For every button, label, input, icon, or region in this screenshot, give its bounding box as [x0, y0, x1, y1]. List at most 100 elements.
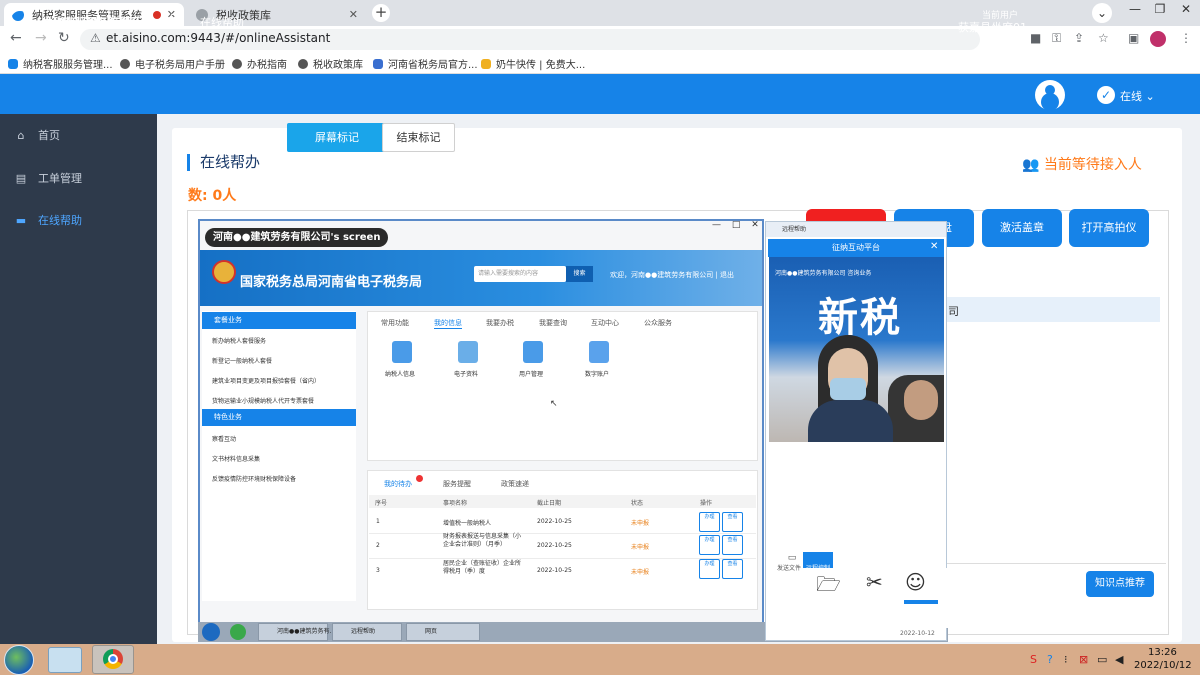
- clipboard-icon: ▤: [15, 171, 27, 185]
- menu-item[interactable]: 反馈疫情防控环境财税保障设备: [212, 474, 296, 483]
- handle-button[interactable]: 办理: [699, 535, 720, 555]
- key-icon[interactable]: ⚿: [1052, 31, 1061, 46]
- camera-icon[interactable]: ■: [1030, 31, 1041, 45]
- remote-task-item[interactable]: 河南●●建筑劳务有...: [258, 623, 335, 641]
- menu-dots-icon[interactable]: ⋮: [1180, 31, 1192, 45]
- send-button[interactable]: [904, 600, 938, 604]
- bookmark-item[interactable]: 河南省税务局官方...: [373, 56, 478, 71]
- scissors-icon[interactable]: ✂: [866, 570, 883, 594]
- chat-footer-date: 2022-10-12: [900, 630, 935, 637]
- menu-item[interactable]: 新登记一般纳税人套餐: [212, 356, 272, 365]
- e-docs-icon[interactable]: [458, 341, 478, 363]
- network-error-icon[interactable]: ⊠: [1079, 653, 1088, 666]
- handle-button[interactable]: 办理: [699, 512, 720, 532]
- remote-task-item[interactable]: 远程帮助: [332, 623, 402, 641]
- cell-name: 财务报表报送与信息采集（小企业会计准则）（月季）: [443, 533, 522, 548]
- sidebar-item-online-help[interactable]: ▬ 在线帮助: [0, 199, 157, 241]
- share-icon[interactable]: ⇪: [1074, 31, 1084, 45]
- close-window-icon[interactable]: ✕: [1176, 2, 1196, 16]
- remote-start-icon[interactable]: [202, 623, 220, 641]
- monitor-icon[interactable]: ▭: [1097, 653, 1107, 666]
- emoji-icon[interactable]: ☺: [905, 570, 926, 594]
- tab-search-icon[interactable]: ⌄: [1092, 3, 1112, 23]
- digital-account-icon[interactable]: [589, 341, 609, 363]
- minimize-icon[interactable]: —: [1125, 2, 1145, 16]
- chrome-icon: [103, 649, 123, 669]
- menu-item[interactable]: 货物运输业小规模纳税人代开专票套餐: [212, 396, 314, 405]
- tax-portal-title: 国家税务总局河南省电子税务局: [240, 275, 423, 290]
- help-icon[interactable]: ?: [1047, 653, 1053, 666]
- sidebar-item-workorders[interactable]: ▤ 工单管理: [0, 157, 157, 199]
- menu-item[interactable]: 新办纳税人套餐服务: [212, 336, 266, 345]
- end-mark-button[interactable]: 结束标记: [382, 123, 455, 152]
- video-person-body: [808, 400, 893, 442]
- knowledge-recommend-button[interactable]: 知识点推荐: [1086, 571, 1154, 597]
- handle-button[interactable]: 办理: [699, 559, 720, 579]
- tab-public[interactable]: 公众服务: [644, 318, 672, 328]
- cell-no: 1: [376, 518, 380, 525]
- bookmark-item[interactable]: 纳税客服服务管理...: [8, 56, 113, 71]
- tab-interaction[interactable]: 互动中心: [591, 318, 619, 328]
- red-action-button[interactable]: [806, 209, 886, 221]
- tab-file-tax[interactable]: 我要办税: [486, 318, 514, 328]
- open-scanner-button[interactable]: 打开高拍仪: [1069, 209, 1149, 247]
- section-title: 在线帮办: [187, 154, 260, 171]
- bookmark-item[interactable]: 奶牛快传 | 免费大...: [481, 56, 585, 71]
- menu-group-header[interactable]: 套餐业务: [202, 312, 356, 329]
- right-list-row[interactable]: [940, 297, 1160, 322]
- tax-search-input[interactable]: 请输入需要搜索的内容: [474, 266, 566, 282]
- current-user-name: 获嘉县坐席01: [958, 21, 1027, 34]
- bookmark-item[interactable]: 税收政策库: [298, 56, 363, 71]
- volume-icon[interactable]: ◀: [1115, 653, 1123, 666]
- sidebar-item-home[interactable]: ⌂ 首页: [0, 114, 157, 156]
- lock-icon[interactable]: ⚠: [90, 31, 101, 45]
- close-icon[interactable]: ✕: [930, 241, 938, 252]
- avatar[interactable]: [1035, 80, 1065, 110]
- remote-app-icon[interactable]: [230, 624, 246, 640]
- tab-query[interactable]: 我要查询: [539, 318, 567, 328]
- tray-expand-icon[interactable]: ⁝: [1064, 653, 1068, 666]
- screen-mark-button[interactable]: 屏幕标记: [287, 123, 387, 152]
- online-check-icon[interactable]: ✓: [1097, 86, 1115, 104]
- bookmark-item[interactable]: 办税指南: [232, 56, 287, 71]
- menu-group-header[interactable]: 特色业务: [202, 409, 356, 426]
- tab-service-reminder[interactable]: 服务提醒: [443, 479, 471, 489]
- forward-icon[interactable]: →: [35, 30, 47, 46]
- star-icon[interactable]: ☆: [1098, 31, 1109, 45]
- cell-date: 2022-10-25: [537, 518, 572, 525]
- tab-my-info[interactable]: 我的信息: [434, 318, 462, 329]
- start-button[interactable]: [4, 645, 34, 675]
- back-icon[interactable]: ←: [10, 30, 22, 46]
- restore-icon[interactable]: ❐: [1150, 2, 1170, 16]
- profile-avatar[interactable]: [1150, 31, 1166, 47]
- app-logo-icon: [8, 8, 32, 32]
- taskbar-app-icon[interactable]: [48, 647, 82, 673]
- folder-icon[interactable]: 🗁: [816, 570, 841, 604]
- user-manage-icon[interactable]: [523, 341, 543, 363]
- menu-item[interactable]: 建筑业项目变更及项目报验套餐（省内）: [212, 376, 320, 385]
- tab-policy[interactable]: 政策速递: [501, 479, 529, 489]
- sogou-icon[interactable]: S: [1030, 653, 1037, 666]
- menu-toggle-icon[interactable]: ☰: [170, 12, 183, 28]
- tax-search-button[interactable]: 搜索: [566, 266, 593, 282]
- service-label: 用户管理: [519, 371, 544, 378]
- menu-item[interactable]: 文书材料信息采集: [212, 454, 260, 463]
- view-button[interactable]: 查看: [722, 512, 743, 532]
- menu-item[interactable]: 察看互动: [212, 434, 236, 443]
- tab-common[interactable]: 常用功能: [381, 318, 409, 328]
- reload-icon[interactable]: ↻: [58, 30, 70, 46]
- cell-name: 居民企业（查账征收）企业所得税月（季）度: [443, 560, 522, 575]
- sidepanel-icon[interactable]: ▣: [1128, 31, 1139, 45]
- bookmark-item[interactable]: 电子税务局用户手册: [120, 56, 225, 71]
- clock-date: 2022/10/12: [1134, 660, 1192, 671]
- online-status-dropdown[interactable]: 在线 ⌄: [1120, 88, 1155, 104]
- row-divider: [369, 533, 756, 534]
- activate-seal-button[interactable]: 激活盖章: [982, 209, 1062, 247]
- remote-task-item[interactable]: 网页: [406, 623, 480, 641]
- close-tab-icon[interactable]: ✕: [349, 8, 358, 21]
- view-button[interactable]: 查看: [722, 535, 743, 555]
- view-button[interactable]: 查看: [722, 559, 743, 579]
- taxpayer-info-icon[interactable]: [392, 341, 412, 363]
- tab-my-todo[interactable]: 我的待办: [384, 479, 412, 489]
- new-tab-button[interactable]: +: [372, 4, 390, 22]
